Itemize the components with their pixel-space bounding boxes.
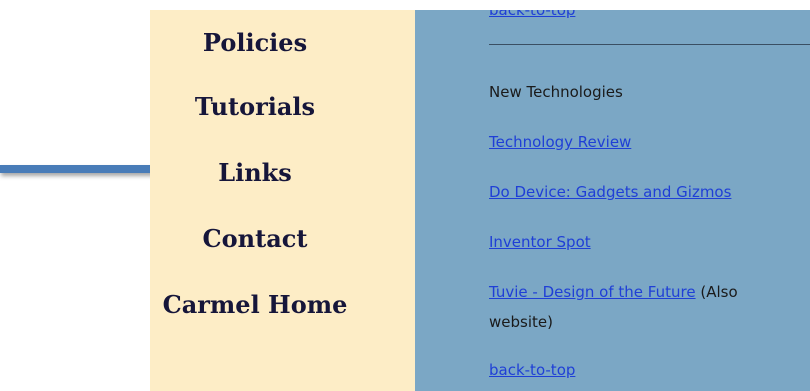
section-heading: New Technologies [489,83,623,101]
link-tuvie[interactable]: Tuvie - Design of the Future [489,283,696,301]
nav-item-contact[interactable]: Contact [150,224,360,253]
nav-item-carmel-home[interactable]: Carmel Home [150,290,360,319]
back-to-top-link-top[interactable]: back-to-top [489,10,575,19]
link-do-device[interactable]: Do Device: Gadgets and Gizmos [489,183,731,201]
content-panel: back-to-top New Technologies Technology … [415,10,810,391]
nav-item-policies[interactable]: Policies [150,28,360,57]
link-technology-review[interactable]: Technology Review [489,133,631,151]
back-to-top-link[interactable]: back-to-top [489,361,575,379]
sidebar-nav: Policies Tutorials Links Contact Carmel … [150,10,415,391]
nav-item-links[interactable]: Links [150,158,360,187]
link-inventor-spot[interactable]: Inventor Spot [489,233,591,251]
nav-item-tutorials[interactable]: Tutorials [150,92,360,121]
section-divider [489,44,810,45]
link-note: (Also [700,283,738,301]
link-note-continued: website) [489,313,553,331]
